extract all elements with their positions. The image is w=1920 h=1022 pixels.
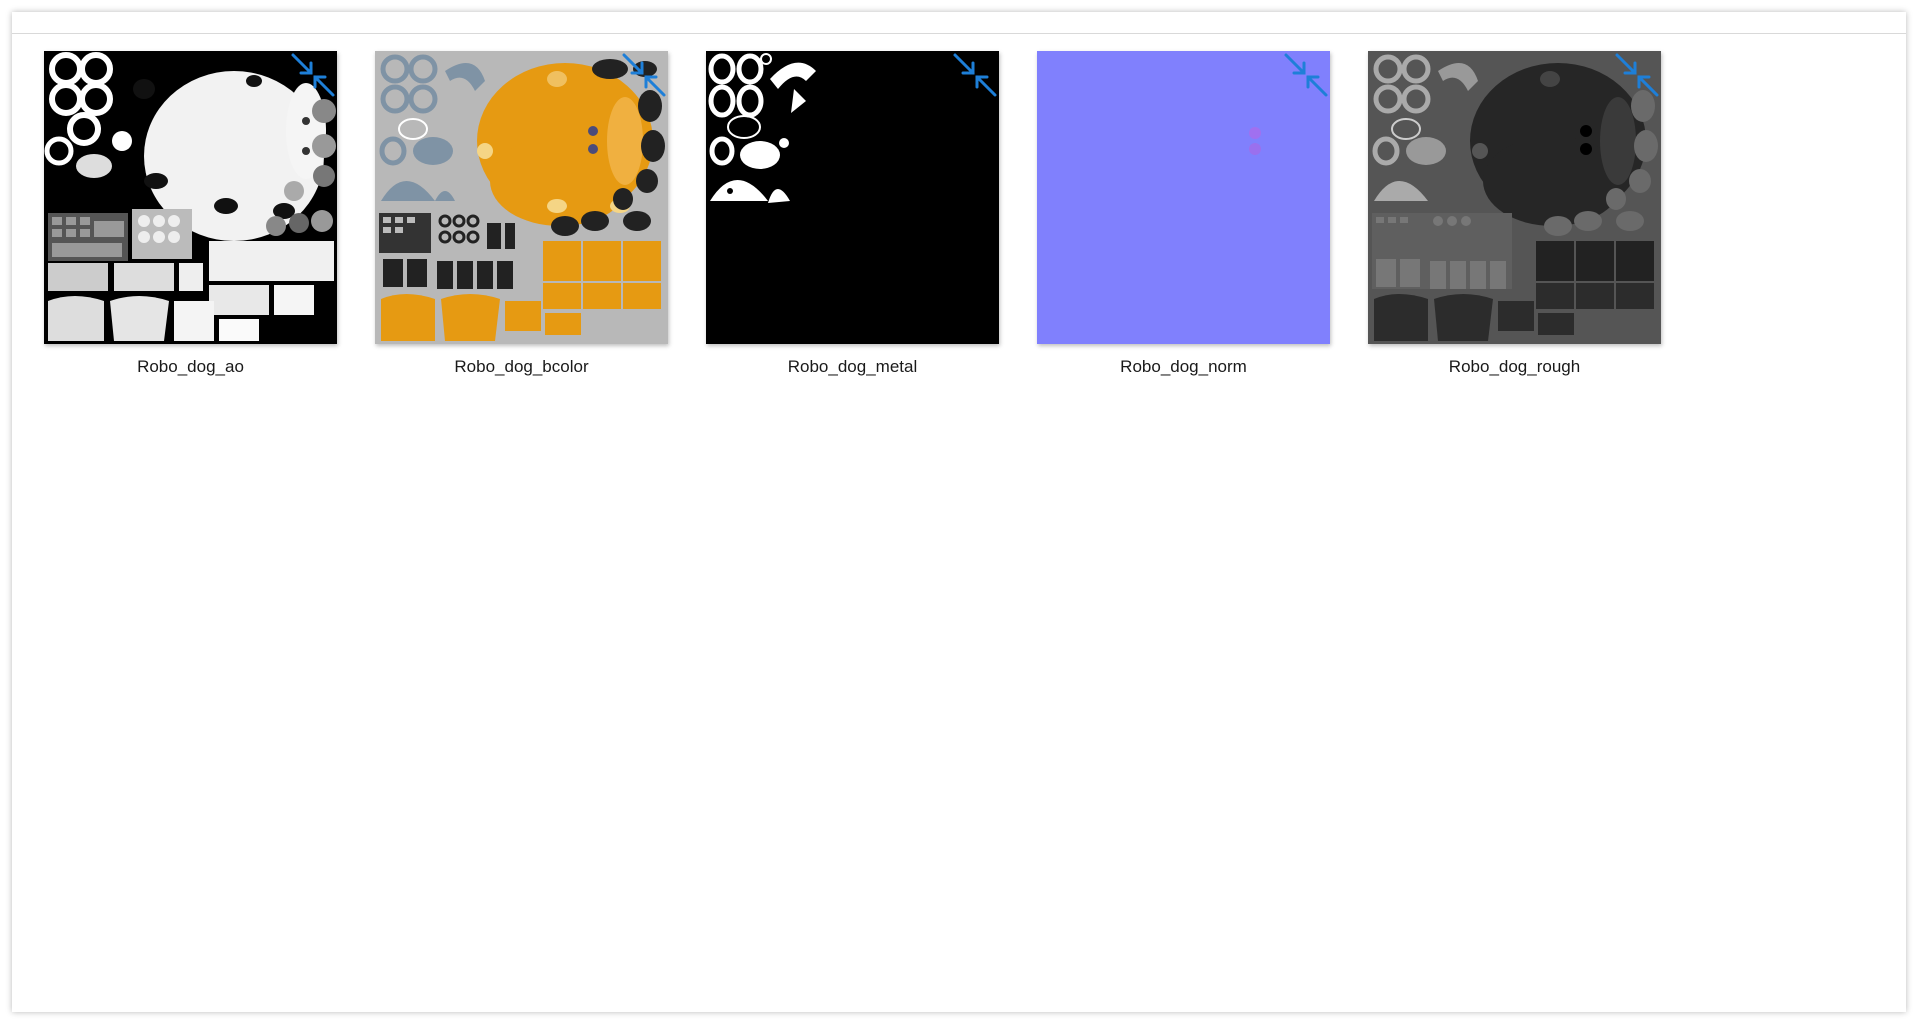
column-header-strip <box>12 12 1906 34</box>
file-item-robo-dog-ao[interactable]: Robo_dog_ao <box>44 51 375 391</box>
thumbnail-metal <box>706 51 999 344</box>
file-item-robo-dog-metal[interactable]: Robo_dog_metal <box>706 51 1037 391</box>
file-name: Robo_dog_bcolor <box>454 357 589 376</box>
compress-arrows-icon <box>953 53 997 97</box>
file-item-robo-dog-rough[interactable]: Robo_dog_rough <box>1368 51 1699 391</box>
compress-arrows-icon <box>291 53 335 97</box>
file-grid: Robo_dog_ao Robo_dog_bcolor Robo_dog_met… <box>44 51 1699 391</box>
thumbnail-bcolor <box>375 51 668 344</box>
compress-arrows-icon <box>1615 53 1659 97</box>
thumbnail-ao <box>44 51 337 344</box>
compress-arrows-icon <box>1284 53 1328 97</box>
explorer-window: Robo_dog_ao Robo_dog_bcolor Robo_dog_met… <box>12 12 1906 1012</box>
file-item-robo-dog-bcolor[interactable]: Robo_dog_bcolor <box>375 51 706 391</box>
file-name: Robo_dog_norm <box>1120 357 1247 376</box>
file-item-robo-dog-norm[interactable]: Robo_dog_norm <box>1037 51 1368 391</box>
file-name: Robo_dog_rough <box>1448 357 1581 376</box>
thumbnail-rough <box>1368 51 1661 344</box>
file-name: Robo_dog_ao <box>137 357 244 376</box>
file-name: Robo_dog_metal <box>787 357 918 376</box>
compress-arrows-icon <box>622 53 666 97</box>
thumbnail-norm <box>1037 51 1330 344</box>
